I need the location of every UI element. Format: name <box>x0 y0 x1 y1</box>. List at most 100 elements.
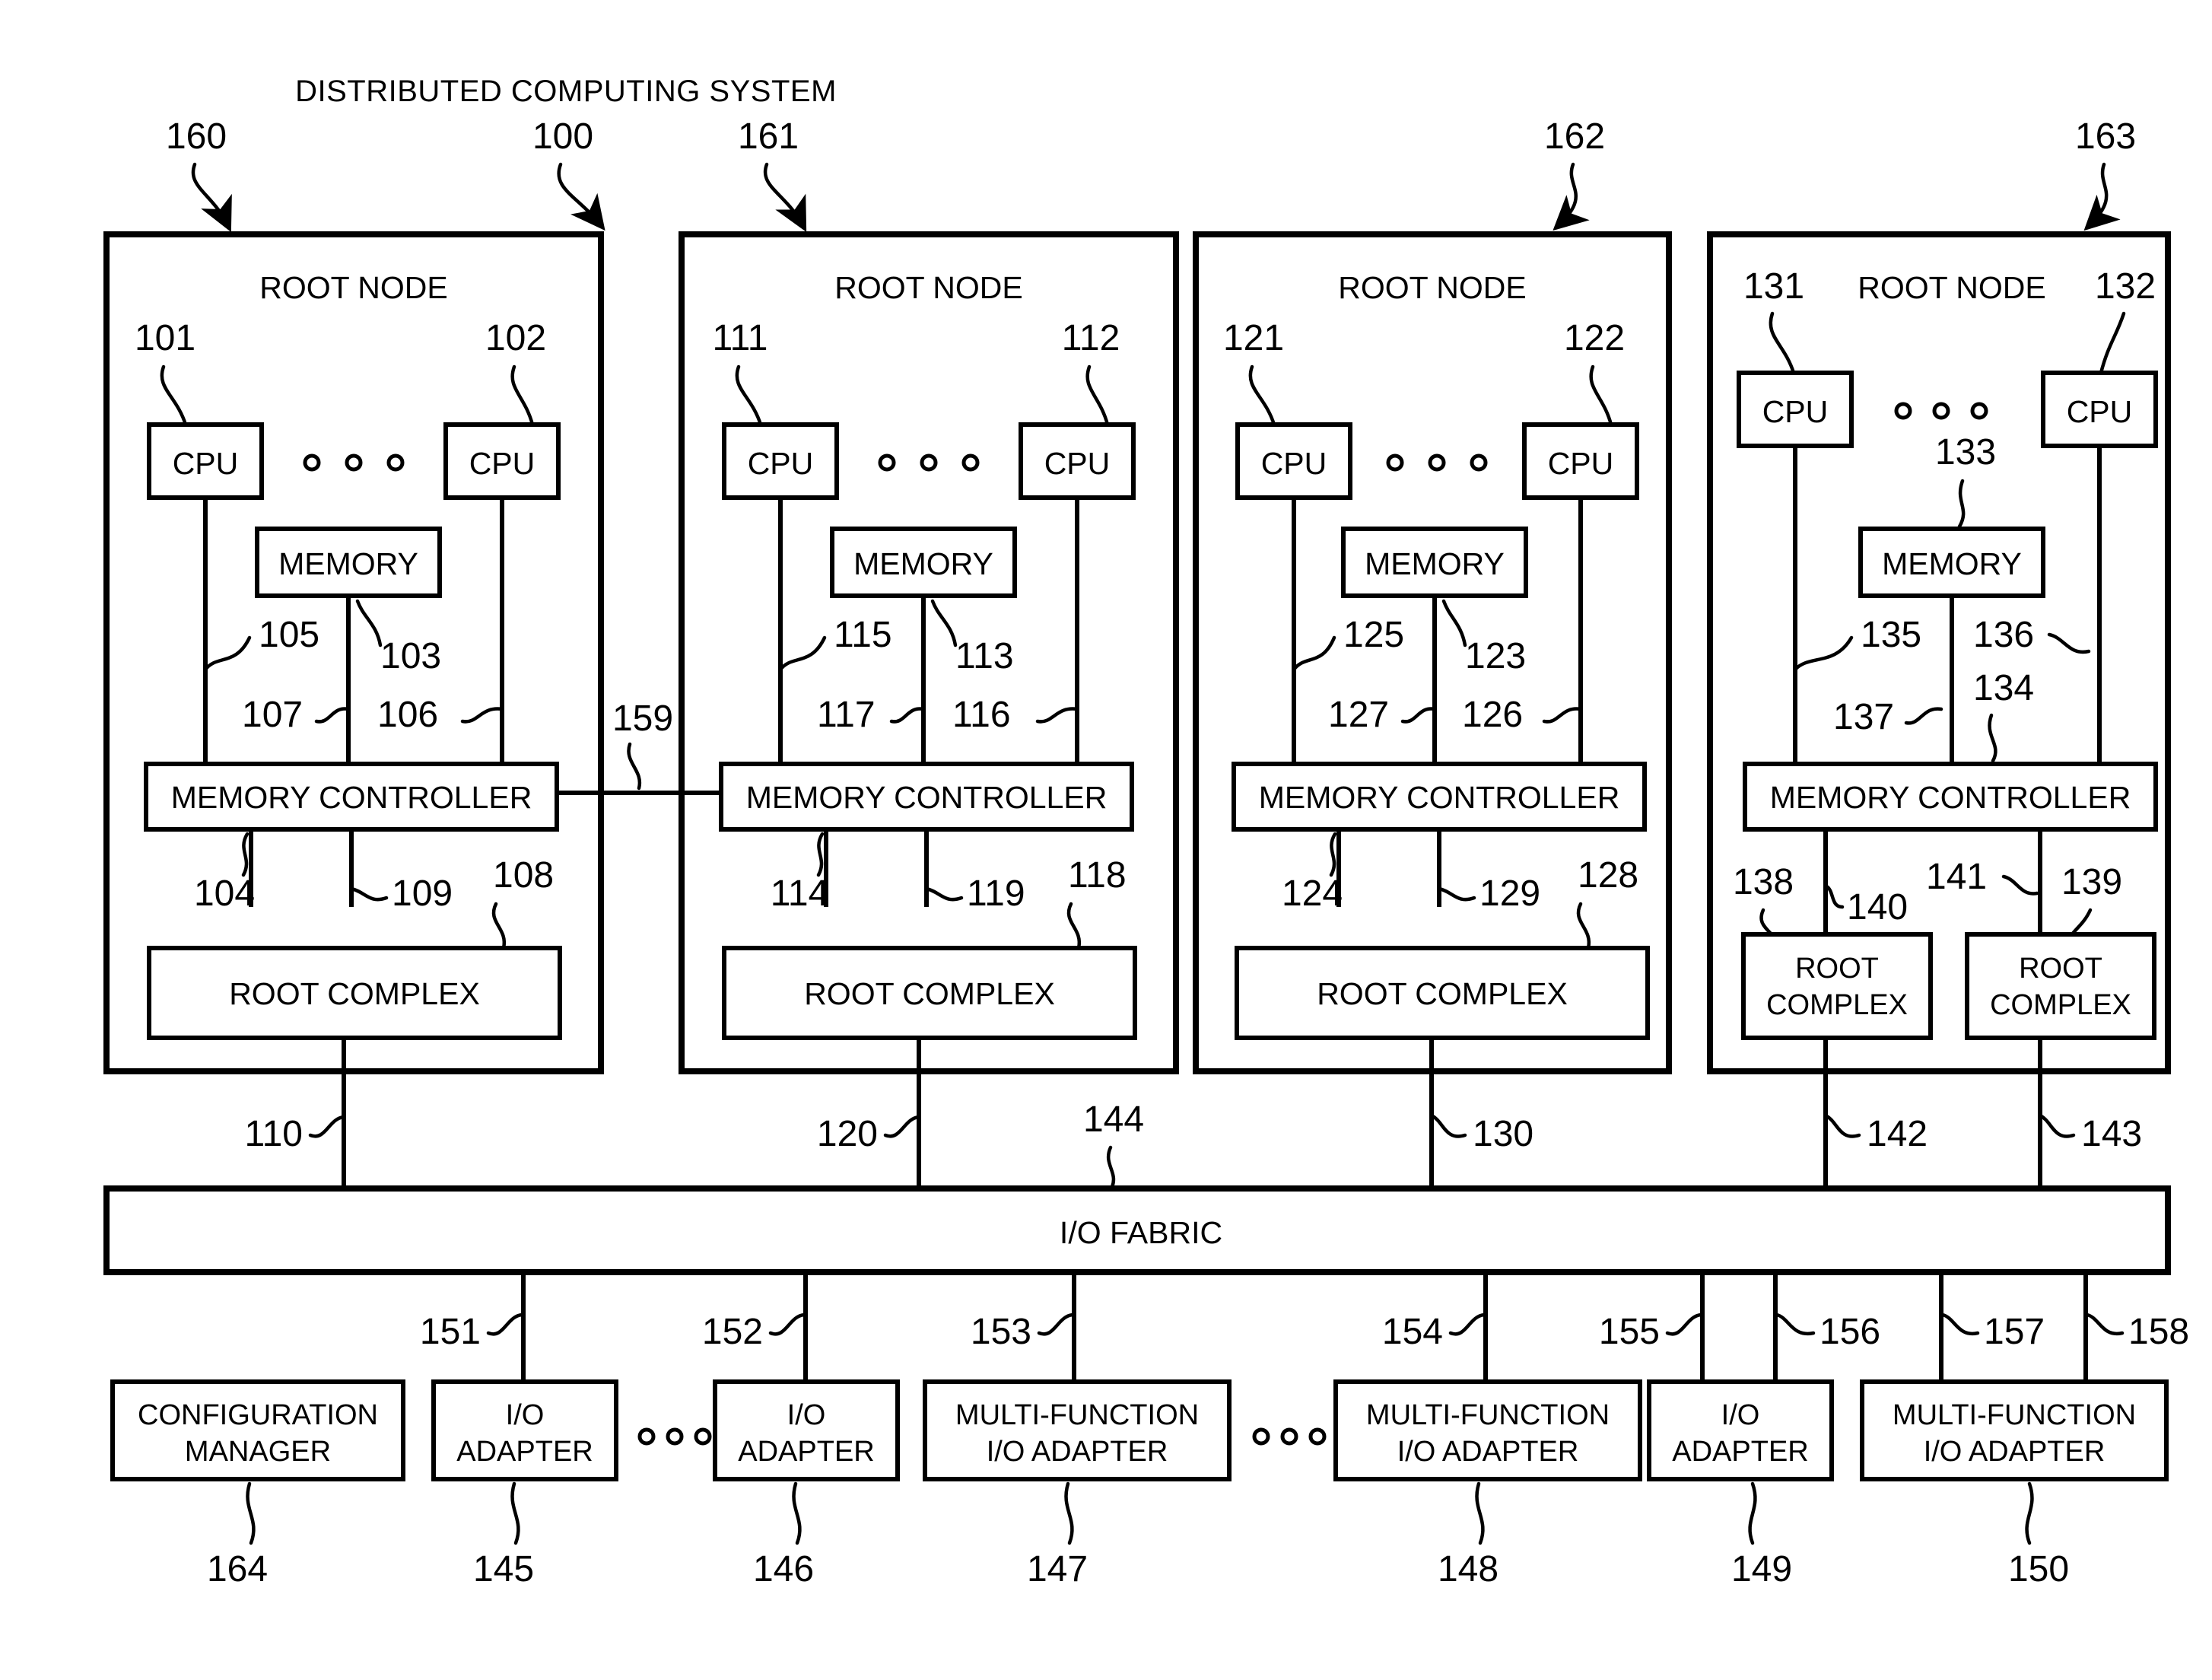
ref-bus-137: 137 <box>1833 697 1894 737</box>
ref-node-163: 163 <box>2075 116 2136 157</box>
leader-fabric-144 <box>1106 1145 1116 1189</box>
leader-link-153 <box>1037 1312 1075 1336</box>
ref-mc-104: 104 <box>194 873 255 914</box>
ref-cpu-122: 122 <box>1564 318 1625 358</box>
ref-bus-109: 109 <box>392 873 453 914</box>
leader-link-142 <box>1823 1113 1861 1138</box>
figure-title: DISTRIBUTED COMPUTING SYSTEM <box>295 75 837 108</box>
root-complex-139-line1: ROOT <box>2019 953 2102 985</box>
ref-bus-126: 126 <box>1462 695 1523 735</box>
mf-io-adapter-147-line1: MULTI-FUNCTION <box>955 1399 1199 1431</box>
ref-mc-124: 124 <box>1282 873 1343 914</box>
io-adapter-146-line2: ADAPTER <box>738 1436 874 1468</box>
ref-mc-134: 134 <box>1973 668 2034 708</box>
ellipsis-dot-14 <box>666 1427 684 1446</box>
memory-controller-label-104: MEMORY CONTROLLER <box>171 780 532 815</box>
memory-label-133: MEMORY <box>1882 546 2022 581</box>
ellipsis-dot-16 <box>1252 1427 1270 1446</box>
memory-label-113: MEMORY <box>853 546 993 581</box>
mf-io-adapter-147-line2: I/O ADAPTER <box>987 1436 1168 1468</box>
ref-io-adapter-145: 145 <box>473 1549 534 1589</box>
leader-link-130 <box>1429 1113 1467 1138</box>
memory-controller-label-114: MEMORY CONTROLLER <box>746 780 1108 815</box>
leader-ref-148 <box>1475 1481 1485 1545</box>
memory-label-123: MEMORY <box>1365 546 1505 581</box>
ref-link-110: 110 <box>244 1114 303 1154</box>
ref-bus-135: 135 <box>1861 615 1921 655</box>
ref-node-161: 161 <box>738 116 799 157</box>
leader-system-100 <box>557 162 605 231</box>
ref-bus-140: 140 <box>1847 887 1908 928</box>
ref-bus-136: 136 <box>1973 615 2034 655</box>
ref-cpu-111: 111 <box>713 318 768 358</box>
root-node-3-title: ROOT NODE <box>1338 270 1527 305</box>
leader-link-152 <box>768 1312 806 1336</box>
ref-bus-105: 105 <box>259 615 319 655</box>
ref-bus-127: 127 <box>1328 695 1389 735</box>
ref-bus-116: 116 <box>952 695 1011 735</box>
cpu-label-102: CPU <box>469 446 536 481</box>
leader-ref-150 <box>2025 1481 2034 1545</box>
ref-link-154: 154 <box>1382 1312 1443 1352</box>
cpu-label-132: CPU <box>2067 394 2133 429</box>
leader-link-156 <box>1775 1312 1816 1336</box>
configuration-manager-line1: CONFIGURATION <box>138 1399 378 1431</box>
ref-bus-107: 107 <box>242 695 303 735</box>
io-adapter-145-line2: ADAPTER <box>456 1436 593 1468</box>
memory-controller-label-134: MEMORY CONTROLLER <box>1770 780 2131 815</box>
ref-interconnect-159: 159 <box>612 698 673 739</box>
ref-cpu-132: 132 <box>2095 266 2156 307</box>
cpu-label-121: CPU <box>1261 446 1327 481</box>
ref-bus-141: 141 <box>1926 857 1987 897</box>
ref-cpu-121: 121 <box>1223 318 1284 358</box>
ref-link-158: 158 <box>2128 1312 2189 1352</box>
leader-node-162 <box>1553 162 1590 231</box>
ref-node-160: 160 <box>166 116 227 157</box>
mf-io-adapter-148-line1: MULTI-FUNCTION <box>1366 1399 1610 1431</box>
ref-rc-108: 108 <box>493 855 554 896</box>
configuration-manager-line2: MANAGER <box>185 1436 331 1468</box>
ref-link-142: 142 <box>1867 1114 1928 1154</box>
leader-ref-146 <box>792 1481 802 1545</box>
root-complex-label-128: ROOT COMPLEX <box>1317 976 1568 1011</box>
ref-link-152: 152 <box>702 1312 763 1352</box>
ref-bus-129: 129 <box>1479 873 1540 914</box>
cpu-label-111: CPU <box>748 446 814 481</box>
ref-link-155: 155 <box>1599 1312 1660 1352</box>
leader-link-158 <box>2085 1312 2125 1336</box>
ref-link-120: 120 <box>817 1114 878 1154</box>
leader-link-120 <box>883 1115 921 1138</box>
ref-cpu-101: 101 <box>135 318 195 358</box>
ref-io-adapter-149: 149 <box>1731 1549 1792 1589</box>
mf-io-adapter-148-line2: I/O ADAPTER <box>1397 1436 1579 1468</box>
leader-interconnect-159 <box>627 742 642 791</box>
leader-node-161 <box>763 162 807 232</box>
cpu-label-101: CPU <box>173 446 239 481</box>
ref-rc-138: 138 <box>1733 862 1794 902</box>
memory-label-103: MEMORY <box>278 546 418 581</box>
ref-memory-133: 133 <box>1935 432 1996 473</box>
ref-cpu-102: 102 <box>485 318 546 358</box>
io-adapter-149-line2: ADAPTER <box>1672 1436 1808 1468</box>
leader-link-143 <box>2038 1113 2076 1138</box>
root-node-4-title: ROOT NODE <box>1858 270 2046 305</box>
ref-mf-io-adapter-150: 150 <box>2008 1549 2069 1589</box>
root-node-1-title: ROOT NODE <box>259 270 448 305</box>
leader-link-154 <box>1448 1312 1486 1336</box>
cpu-label-112: CPU <box>1044 446 1111 481</box>
ref-link-130: 130 <box>1473 1114 1533 1154</box>
ref-system-100: 100 <box>532 116 593 157</box>
ref-bus-123: 123 <box>1465 636 1526 676</box>
root-complex-139-line2: COMPLEX <box>1990 989 2131 1021</box>
leader-link-155 <box>1665 1312 1703 1336</box>
leader-link-151 <box>486 1312 524 1336</box>
io-adapter-149-line1: I/O <box>1721 1399 1760 1431</box>
leader-node-160 <box>191 162 232 233</box>
mf-io-adapter-150-line1: MULTI-FUNCTION <box>1893 1399 2136 1431</box>
leader-node-163 <box>2083 162 2121 231</box>
leader-link-157 <box>1940 1312 1980 1336</box>
leader-ref-164 <box>246 1481 256 1545</box>
leader-ref-147 <box>1064 1481 1074 1545</box>
ellipsis-dot-13 <box>637 1427 656 1446</box>
ref-link-157: 157 <box>1984 1312 2045 1352</box>
